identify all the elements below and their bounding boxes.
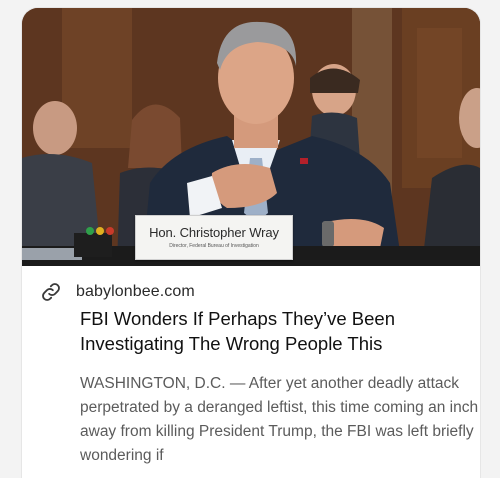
article-headline[interactable]: FBI Wonders If Perhaps They’ve Been Inve…: [80, 306, 470, 356]
link-icon: [40, 281, 62, 303]
source-domain[interactable]: babylonbee.com: [76, 283, 195, 301]
article-photo[interactable]: Hon. Christopher Wray Director, Federal …: [22, 8, 480, 266]
link-preview-card[interactable]: Hon. Christopher Wray Director, Federal …: [22, 8, 480, 478]
source-row: babylonbee.com: [40, 280, 195, 304]
nameplate-name: Hon. Christopher Wray: [149, 225, 279, 240]
nameplate: Hon. Christopher Wray Director, Federal …: [135, 215, 293, 260]
nameplate-subtitle: Director, Federal Bureau of Investigatio…: [169, 243, 259, 249]
article-excerpt: WASHINGTON, D.C. — After yet another dea…: [80, 375, 479, 464]
